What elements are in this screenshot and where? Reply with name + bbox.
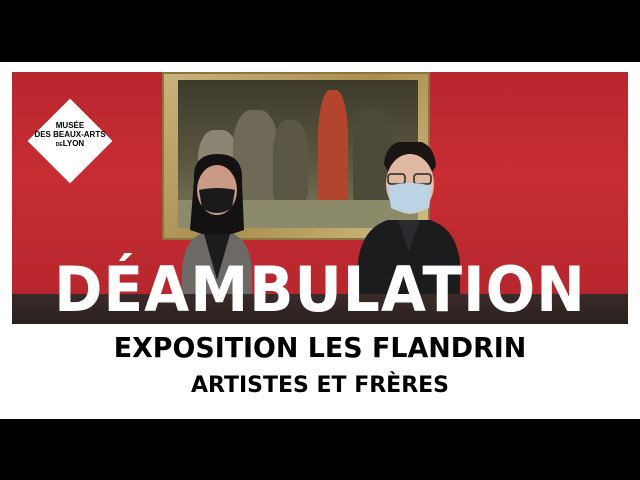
exhibition-title: EXPOSITION LES FLANDRIN bbox=[113, 331, 527, 364]
logo-line-3-text: LYON bbox=[62, 139, 85, 148]
logo-prefix: DE bbox=[55, 142, 63, 148]
letterbox-top bbox=[0, 0, 640, 62]
logo-line-2: DES BEAUX-ARTS bbox=[34, 130, 106, 139]
museum-logo: MUSÉE DES BEAUX-ARTS DELYON bbox=[26, 97, 114, 185]
logo-line-1: MUSÉE bbox=[55, 121, 85, 130]
exhibition-subtitle: ARTISTES ET FRÈRES bbox=[190, 373, 450, 398]
logo-text: MUSÉE DES BEAUX-ARTS DELYON bbox=[26, 121, 114, 150]
thumbnail-frame: MUSÉE DES BEAUX-ARTS DELYON DÉAMBULATION… bbox=[0, 62, 640, 419]
logo-line-3: DELYON bbox=[26, 139, 114, 150]
letterbox-bottom bbox=[0, 419, 640, 480]
headline: DÉAMBULATION bbox=[54, 253, 586, 326]
